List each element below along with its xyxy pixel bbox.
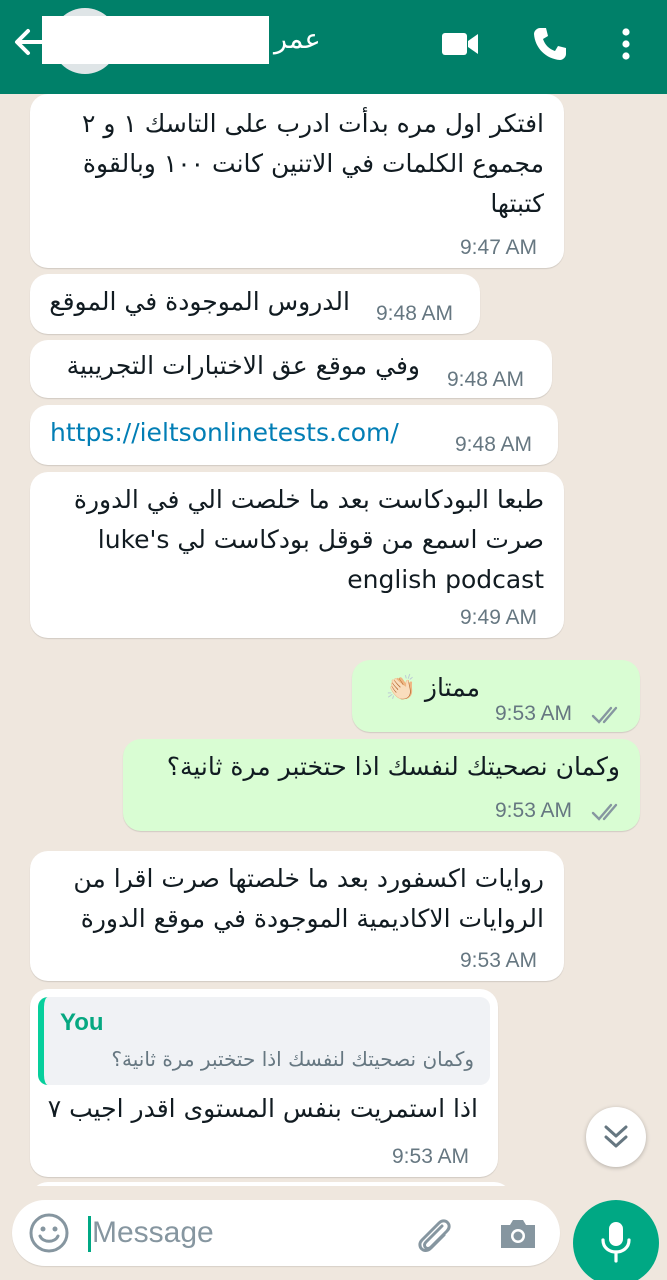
redacted-name	[42, 16, 269, 64]
contact-name[interactable]: عمر	[274, 24, 321, 55]
double-check-icon	[591, 803, 618, 821]
microphone-icon	[601, 1222, 631, 1263]
phone-icon[interactable]	[530, 24, 570, 64]
smiley-icon[interactable]	[28, 1212, 70, 1254]
composer[interactable]	[12, 1200, 560, 1266]
message-link[interactable]: https://ieltsonlinetests.com/	[50, 413, 399, 453]
message-bubble[interactable]: وفي موقع عق الاختبارات التجريبية 9:48 AM	[30, 340, 552, 398]
message-text: مجموع الكلمات في الاتنين كانت ١٠٠ وبالقو…	[82, 149, 544, 178]
message-bubble[interactable]: https://ieltsonlinetests.com/ 9:48 AM	[30, 405, 558, 465]
message-time: 9:53 AM	[460, 949, 538, 972]
text-cursor	[88, 1216, 91, 1252]
voice-record-button[interactable]	[573, 1200, 659, 1280]
composer-bar	[0, 1186, 667, 1280]
scroll-down-button[interactable]	[586, 1107, 646, 1167]
reply-author: You	[60, 1009, 104, 1036]
message-input[interactable]	[92, 1210, 392, 1256]
message-bubble[interactable]: الدروس الموجودة في الموقع 9:48 AM	[30, 274, 480, 334]
double-check-icon	[591, 706, 618, 724]
message-bubble-outgoing[interactable]: وكمان نصحيتك لنفسك اذا حتختبر مرة ثانية؟…	[123, 739, 640, 831]
chat-area[interactable]: افتكر اول مره بدأت ادرب على التاسك ١ و ٢…	[0, 94, 667, 1186]
message-bubble[interactable]: You وكمان نصحيتك لنفسك اذا حتختبر مرة ثا…	[30, 989, 498, 1177]
message-time: 9:49 AM	[460, 606, 538, 629]
more-vertical-icon[interactable]	[606, 24, 646, 64]
message-text: طبعا البودكاست بعد ما خلصت الي في الدورة	[73, 485, 544, 514]
message-time: 9:48 AM	[455, 433, 533, 456]
video-camera-icon[interactable]	[440, 24, 480, 64]
message-time: 9:48 AM	[376, 302, 454, 325]
message-text: روايات اكسفورد بعد ما خلصتها صرت اقرا من	[73, 864, 544, 893]
message-text: english podcast	[347, 565, 544, 594]
message-text: الروايات الاكاديمية الموجودة في موقع الد…	[80, 904, 544, 933]
message-time: 9:53 AM	[392, 1145, 470, 1168]
message-bubble-outgoing[interactable]: ممتاز 👏🏻 9:53 AM	[352, 660, 640, 732]
message-bubble[interactable]: طبعا البودكاست بعد ما خلصت الي في الدورة…	[30, 472, 564, 638]
message-text: كتبتها	[490, 189, 544, 218]
message-time: 9:47 AM	[460, 236, 538, 259]
message-text: ممتاز 👏🏻	[385, 673, 480, 702]
camera-icon[interactable]	[496, 1212, 540, 1256]
message-bubble[interactable]: افتكر اول مره بدأت ادرب على التاسك ١ و ٢…	[30, 94, 564, 268]
reply-text: وكمان نصحيتك لنفسك اذا حتختبر مرة ثانية؟	[111, 1047, 474, 1071]
reply-quote[interactable]: You وكمان نصحيتك لنفسك اذا حتختبر مرة ثا…	[38, 997, 490, 1085]
chevron-double-down-icon	[604, 1125, 628, 1148]
message-text: وكمان نصحيتك لنفسك اذا حتختبر مرة ثانية؟	[166, 752, 620, 781]
message-text: الدروس الموجودة في الموقع	[49, 287, 350, 316]
message-time: 9:53 AM	[495, 702, 573, 725]
message-text: افتكر اول مره بدأت ادرب على التاسك ١ و ٢	[82, 109, 544, 138]
message-time: 9:53 AM	[495, 799, 573, 822]
message-bubble[interactable]: روايات اكسفورد بعد ما خلصتها صرت اقرا من…	[30, 851, 564, 981]
chat-header: عمر	[0, 0, 667, 94]
message-time: 9:48 AM	[447, 368, 525, 391]
message-text: اذا استمريت بنفس المستوى اقدر اجيب ٧	[47, 1094, 478, 1123]
paperclip-icon[interactable]	[412, 1214, 456, 1258]
message-text: صرت اسمع من قوقل بودكاست لي luke's	[97, 525, 544, 554]
message-text: وفي موقع عق الاختبارات التجريبية	[66, 351, 420, 380]
